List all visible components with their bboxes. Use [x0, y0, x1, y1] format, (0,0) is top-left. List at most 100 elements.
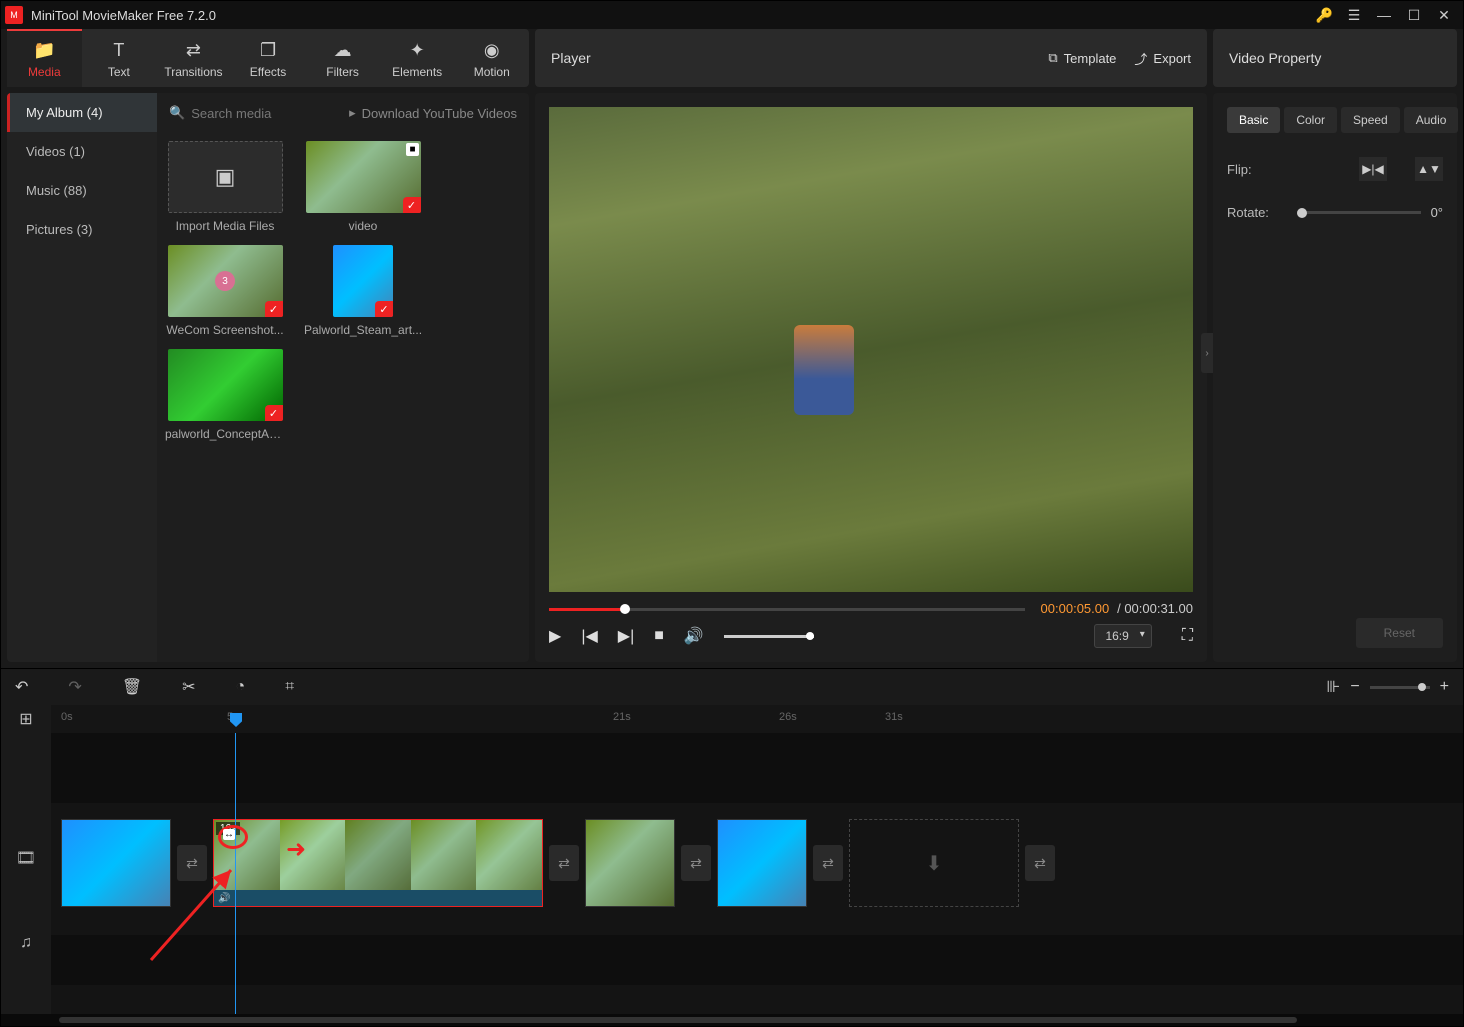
- undo-button[interactable]: ↶: [15, 677, 28, 697]
- upgrade-key-icon[interactable]: 🔑: [1316, 7, 1333, 24]
- tab-effects[interactable]: ❐Effects: [231, 29, 306, 87]
- transition-slot-1[interactable]: ⇄: [177, 845, 207, 881]
- play-button[interactable]: ▶: [549, 626, 561, 646]
- motion-icon: ◉: [484, 40, 500, 61]
- audio-track-icon: ♫: [1, 913, 51, 973]
- tab-media[interactable]: 📁Media: [7, 29, 82, 87]
- prop-tab-color[interactable]: Color: [1284, 107, 1337, 133]
- speed-button[interactable]: ◔: [236, 678, 246, 696]
- check-icon: ✓: [265, 301, 283, 317]
- folder-icon: 📁: [33, 40, 55, 61]
- tab-elements[interactable]: ✦Elements: [380, 29, 455, 87]
- timeline-horizontal-scrollbar[interactable]: [1, 1014, 1463, 1026]
- download-youtube-button[interactable]: ▸ Download YouTube Videos: [349, 105, 517, 121]
- check-icon: ✓: [403, 197, 421, 213]
- flip-label: Flip:: [1227, 162, 1287, 177]
- search-icon: 🔍: [169, 105, 185, 121]
- transition-slot-5[interactable]: ⇄: [1025, 845, 1055, 881]
- volume-icon[interactable]: 🔊: [684, 626, 704, 646]
- property-tabs: Basic Color Speed Audio: [1227, 107, 1443, 133]
- playhead-line: [235, 733, 236, 1014]
- youtube-icon: ▸: [349, 105, 356, 121]
- video-track-icon: 🎞: [1, 803, 51, 913]
- playhead-handle[interactable]: [230, 713, 242, 727]
- text-icon: T: [113, 40, 124, 61]
- hamburger-menu-icon[interactable]: ☰: [1339, 1, 1369, 29]
- timeline-clip-2-selected[interactable]: 16s 🔊: [213, 819, 543, 907]
- zoom-in-button[interactable]: +: [1440, 678, 1449, 696]
- zoom-slider[interactable]: [1370, 686, 1430, 689]
- prop-tab-audio[interactable]: Audio: [1404, 107, 1459, 133]
- media-sidebar: My Album (4) Videos (1) Music (88) Pictu…: [7, 93, 157, 662]
- timeline-clip-1[interactable]: [61, 819, 171, 907]
- export-icon: ⤴: [1134, 49, 1147, 68]
- crop-button[interactable]: ⌗: [285, 678, 294, 696]
- media-item-palworld-steam[interactable]: ✓ Palworld_Steam_art...: [303, 245, 423, 337]
- panel-collapse-toggle[interactable]: ›: [1201, 333, 1213, 373]
- tab-motion[interactable]: ◉Motion: [454, 29, 529, 87]
- rotate-slider[interactable]: [1297, 211, 1421, 214]
- player-header: Player ⧉Template ⤴Export: [535, 29, 1207, 87]
- tab-text[interactable]: TText: [82, 29, 157, 87]
- zoom-out-button[interactable]: −: [1350, 678, 1359, 696]
- sidebar-item-videos[interactable]: Videos (1): [7, 132, 157, 171]
- video-preview[interactable]: [549, 107, 1193, 592]
- filters-icon: ☁: [334, 40, 352, 61]
- stop-button[interactable]: ■: [654, 627, 664, 645]
- media-item-palworld-concept[interactable]: ✓ palworld_ConceptArt...: [165, 349, 285, 441]
- maximize-button[interactable]: ☐: [1399, 1, 1429, 29]
- tab-filters[interactable]: ☁Filters: [305, 29, 380, 87]
- transition-slot-2[interactable]: ⇄: [549, 845, 579, 881]
- transition-slot-4[interactable]: ⇄: [813, 845, 843, 881]
- media-item-wecom[interactable]: 3 ✓ WeCom Screenshot...: [165, 245, 285, 337]
- timeline: ↶ ↷ 🗑 ✂ ◔ ⌗ ⊪ − + ⊞ 🎞 ♫ 0s: [1, 668, 1463, 1026]
- redo-button[interactable]: ↷: [68, 677, 81, 697]
- app-logo-icon: M: [5, 6, 23, 24]
- prop-tab-speed[interactable]: Speed: [1341, 107, 1400, 133]
- delete-button[interactable]: 🗑: [122, 677, 142, 697]
- player-area: 00:00:05.00 / 00:00:31.00 ▶ |◀ ▶| ■ 🔊 16…: [535, 93, 1207, 662]
- player-title: Player: [551, 50, 1030, 66]
- transition-slot-3[interactable]: ⇄: [681, 845, 711, 881]
- timeline-ruler[interactable]: 0s 5s 21s 26s 31s: [51, 705, 1463, 733]
- split-button[interactable]: ✂: [182, 677, 195, 697]
- clip-duration-badge: 16s: [216, 822, 240, 835]
- export-button[interactable]: ⤴Export: [1134, 49, 1191, 68]
- timeline-clip-4[interactable]: [717, 819, 807, 907]
- speaker-icon: 🔊: [218, 893, 230, 904]
- timeline-clip-3[interactable]: [585, 819, 675, 907]
- minimize-button[interactable]: —: [1369, 1, 1399, 29]
- property-title: Video Property: [1229, 50, 1321, 66]
- transitions-icon: ⇄: [186, 40, 201, 61]
- flip-horizontal-button[interactable]: ▶|◀: [1359, 157, 1387, 181]
- prop-tab-basic[interactable]: Basic: [1227, 107, 1280, 133]
- sidebar-item-music[interactable]: Music (88): [7, 171, 157, 210]
- close-button[interactable]: ✕: [1429, 1, 1459, 29]
- tab-transitions[interactable]: ⇄Transitions: [156, 29, 231, 87]
- total-time: 00:00:31.00: [1124, 601, 1193, 616]
- main-tabs: 📁Media TText ⇄Transitions ❐Effects ☁Filt…: [7, 29, 529, 87]
- seek-bar[interactable]: 00:00:05.00 / 00:00:31.00: [549, 604, 1193, 614]
- fullscreen-button[interactable]: ⛶: [1182, 627, 1193, 645]
- timeline-toolbar: ↶ ↷ 🗑 ✂ ◔ ⌗ ⊪ − +: [1, 669, 1463, 705]
- flip-vertical-button[interactable]: ▲▼: [1415, 157, 1443, 181]
- sidebar-item-my-album[interactable]: My Album (4): [7, 93, 157, 132]
- search-input[interactable]: 🔍 Search media: [169, 105, 349, 121]
- rotate-label: Rotate:: [1227, 205, 1287, 220]
- prev-frame-button[interactable]: |◀: [581, 626, 597, 646]
- current-time: 00:00:05.00: [1041, 601, 1110, 616]
- import-media-item[interactable]: ▣ Import Media Files: [165, 141, 285, 233]
- template-button[interactable]: ⧉Template: [1048, 50, 1116, 66]
- sidebar-item-pictures[interactable]: Pictures (3): [7, 210, 157, 249]
- count-badge: 3: [215, 271, 235, 291]
- volume-slider[interactable]: [724, 635, 814, 638]
- zoom-fit-button[interactable]: ⊪: [1326, 677, 1340, 697]
- media-item-video[interactable]: ■ ✓ video: [303, 141, 423, 233]
- effects-icon: ❐: [260, 40, 276, 61]
- add-track-button[interactable]: ⊞: [1, 705, 51, 733]
- clip-placeholder[interactable]: ⬇: [849, 819, 1019, 907]
- next-frame-button[interactable]: ▶|: [618, 626, 634, 646]
- reset-button[interactable]: Reset: [1356, 618, 1443, 648]
- aspect-ratio-select[interactable]: 16:9: [1094, 624, 1151, 648]
- timeline-tracks[interactable]: 0s 5s 21s 26s 31s ⇄ 16s: [51, 705, 1463, 1014]
